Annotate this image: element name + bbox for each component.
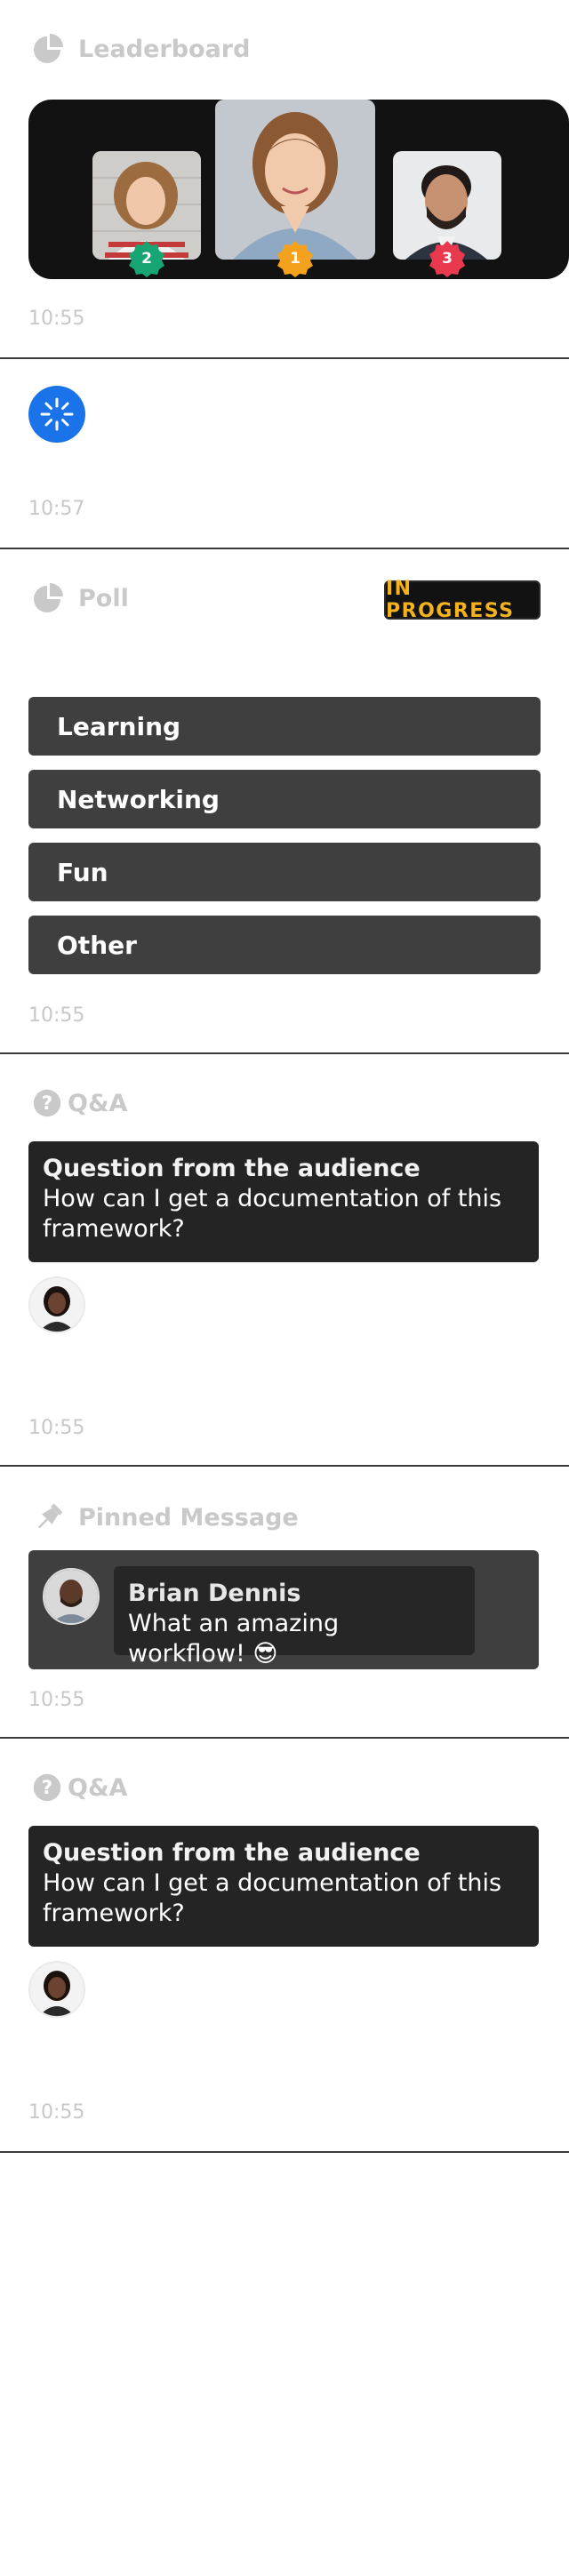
leaderboard-header: Leaderboard — [32, 32, 250, 66]
question-text: How can I get a documentation of this fr… — [43, 1869, 502, 1927]
qa-title: Q&A — [68, 1089, 128, 1117]
pinned-message-card[interactable]: Brian Dennis What an amazing workflow! 😎 — [28, 1550, 539, 1669]
poll-timestamp: 10:55 — [28, 1004, 85, 1027]
svg-text:?: ? — [42, 1777, 52, 1799]
spinner-icon — [40, 397, 74, 431]
svg-text:?: ? — [42, 1092, 52, 1115]
loading-timestamp: 10:57 — [28, 498, 85, 520]
pinned-timestamp: 10:55 — [28, 1689, 85, 1711]
asker-avatar[interactable] — [28, 1276, 85, 1333]
qa-timestamp: 10:55 — [28, 2101, 85, 2124]
poll-header: Poll — [32, 581, 129, 615]
leaderboard-place-1[interactable]: 1 — [215, 100, 375, 277]
avatar-woman-smiling — [215, 100, 375, 260]
qa-header: ? Q&A — [32, 1088, 127, 1118]
divider — [0, 1737, 569, 1739]
leaderboard-place-2[interactable]: 2 — [92, 151, 201, 277]
question-title: Question from the audience — [43, 1839, 421, 1867]
pinned-message-bubble: Brian Dennis What an amazing workflow! 😎 — [114, 1566, 475, 1668]
asker-avatar[interactable] — [28, 1961, 85, 2018]
pie-chart-icon — [34, 583, 63, 612]
qa-question-card[interactable]: Question from the audience How can I get… — [28, 1141, 539, 1262]
leaderboard-timestamp: 10:55 — [28, 308, 85, 330]
pinned-header: Pinned Message — [32, 1500, 299, 1534]
leaderboard-place-3[interactable]: 3 — [393, 151, 501, 277]
message-feed: Leaderboard 2 1 3 10:55 10:57 Poll IN PR… — [0, 0, 569, 2576]
poll-option-fun[interactable]: Fun — [28, 843, 541, 901]
question-text: How can I get a documentation of this fr… — [43, 1185, 502, 1243]
question-title: Question from the audience — [43, 1155, 421, 1182]
message-text: What an amazing workflow! 😎 — [128, 1610, 340, 1668]
pin-icon — [37, 1503, 63, 1529]
poll-option-other[interactable]: Other — [28, 916, 541, 974]
divider — [0, 357, 569, 359]
qa-header: ? Q&A — [32, 1772, 127, 1803]
poll-option-learning[interactable]: Learning — [28, 697, 541, 756]
author-avatar[interactable] — [43, 1568, 100, 1625]
divider — [0, 2151, 569, 2153]
qa-question-card[interactable]: Question from the audience How can I get… — [28, 1826, 539, 1947]
divider — [0, 548, 569, 549]
avatar-woman-dark-hair — [30, 1963, 84, 2016]
rank-badge-2: 2 — [128, 240, 165, 277]
avatar-woman-dark-hair — [30, 1278, 84, 1332]
question-circle-icon: ? — [33, 1089, 61, 1117]
poll-title: Poll — [78, 584, 129, 612]
avatar-man-bald — [44, 1570, 98, 1623]
pie-chart-icon — [34, 34, 63, 63]
qa-timestamp: 10:55 — [28, 1417, 85, 1439]
pinned-title: Pinned Message — [78, 1503, 299, 1532]
poll-option-networking[interactable]: Networking — [28, 770, 541, 828]
qa-title: Q&A — [68, 1773, 128, 1802]
rank-badge-3: 3 — [429, 240, 466, 277]
divider — [0, 1465, 569, 1467]
message-author: Brian Dennis — [128, 1580, 301, 1607]
leaderboard-title: Leaderboard — [78, 35, 251, 63]
question-circle-icon: ? — [33, 1773, 61, 1802]
divider — [0, 1052, 569, 1054]
rank-badge-1: 1 — [276, 240, 314, 277]
loading-spinner — [28, 386, 85, 443]
leaderboard-podium[interactable]: 2 1 3 — [28, 100, 569, 279]
poll-status-badge: IN PROGRESS — [384, 578, 541, 622]
